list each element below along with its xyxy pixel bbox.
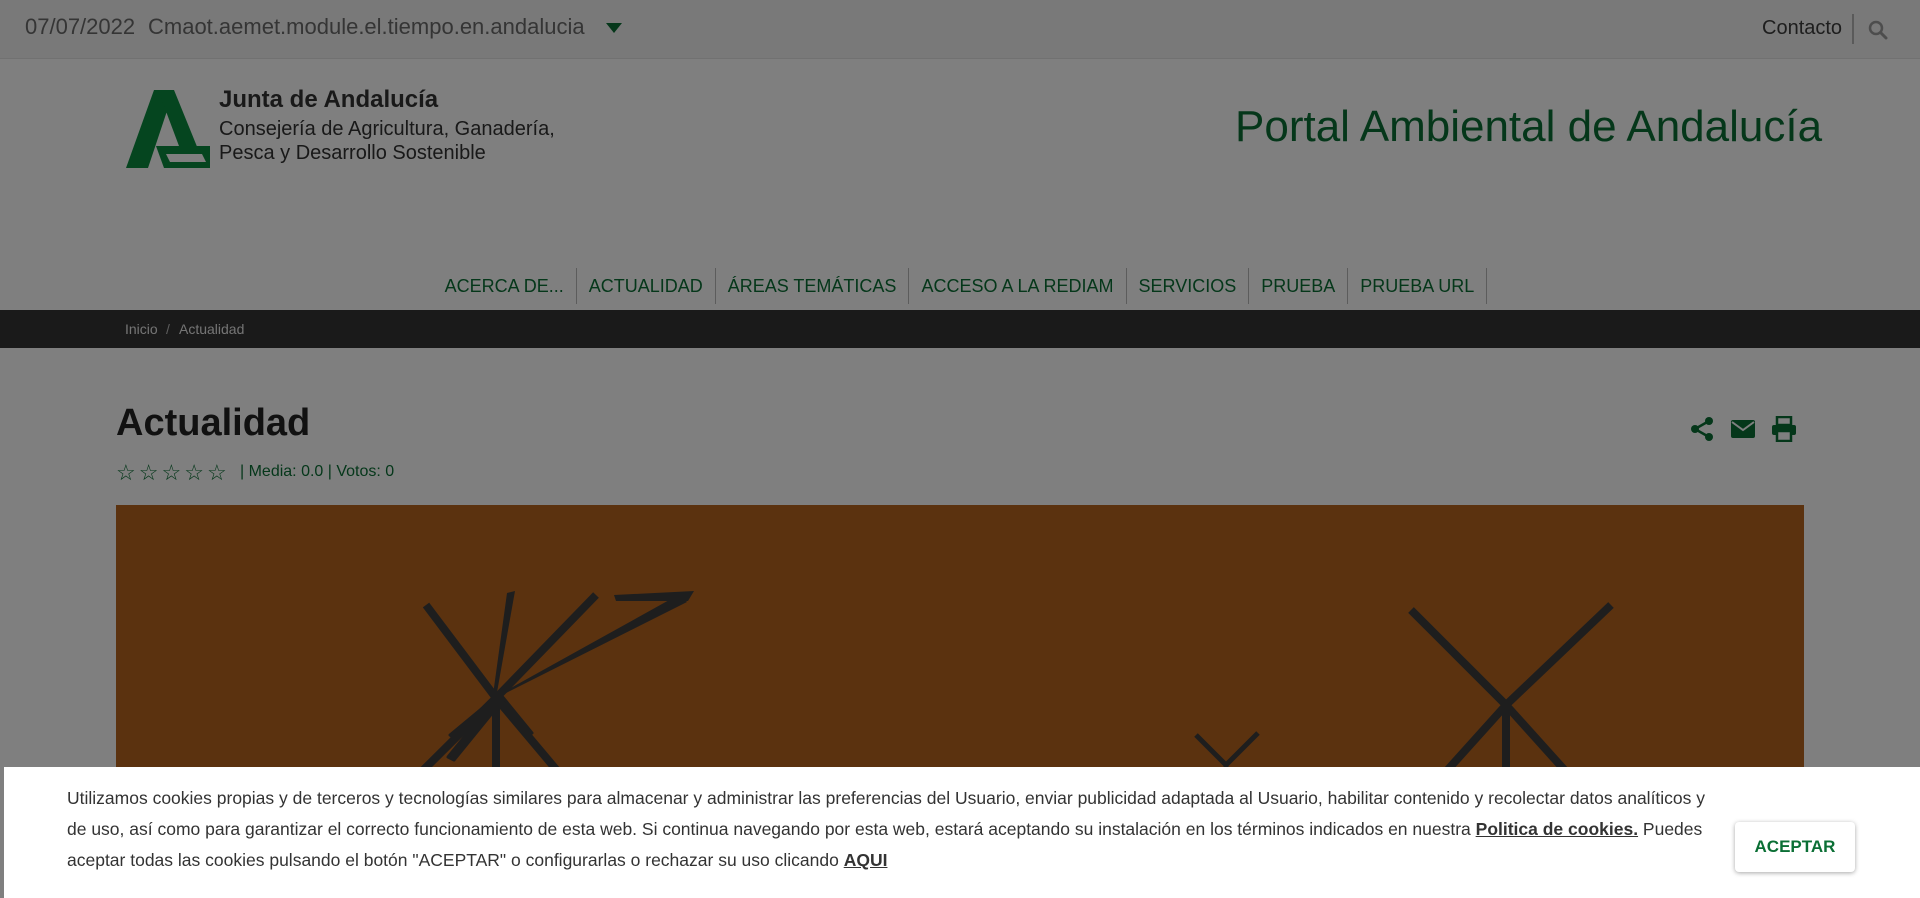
cookie-message: Utilizamos cookies propias y de terceros… [67, 783, 1707, 876]
cookie-banner: Utilizamos cookies propias y de terceros… [4, 767, 1920, 898]
accept-cookies-button[interactable]: ACEPTAR [1735, 822, 1855, 872]
modal-overlay [0, 0, 1920, 898]
cookie-policy-link[interactable]: Politica de cookies. [1476, 819, 1638, 839]
cookie-settings-link[interactable]: AQUI [844, 850, 888, 870]
cookie-text-before: Utilizamos cookies propias y de terceros… [67, 788, 1706, 839]
page: 07/07/2022 Cmaot.aemet.module.el.tiempo.… [0, 0, 1920, 898]
